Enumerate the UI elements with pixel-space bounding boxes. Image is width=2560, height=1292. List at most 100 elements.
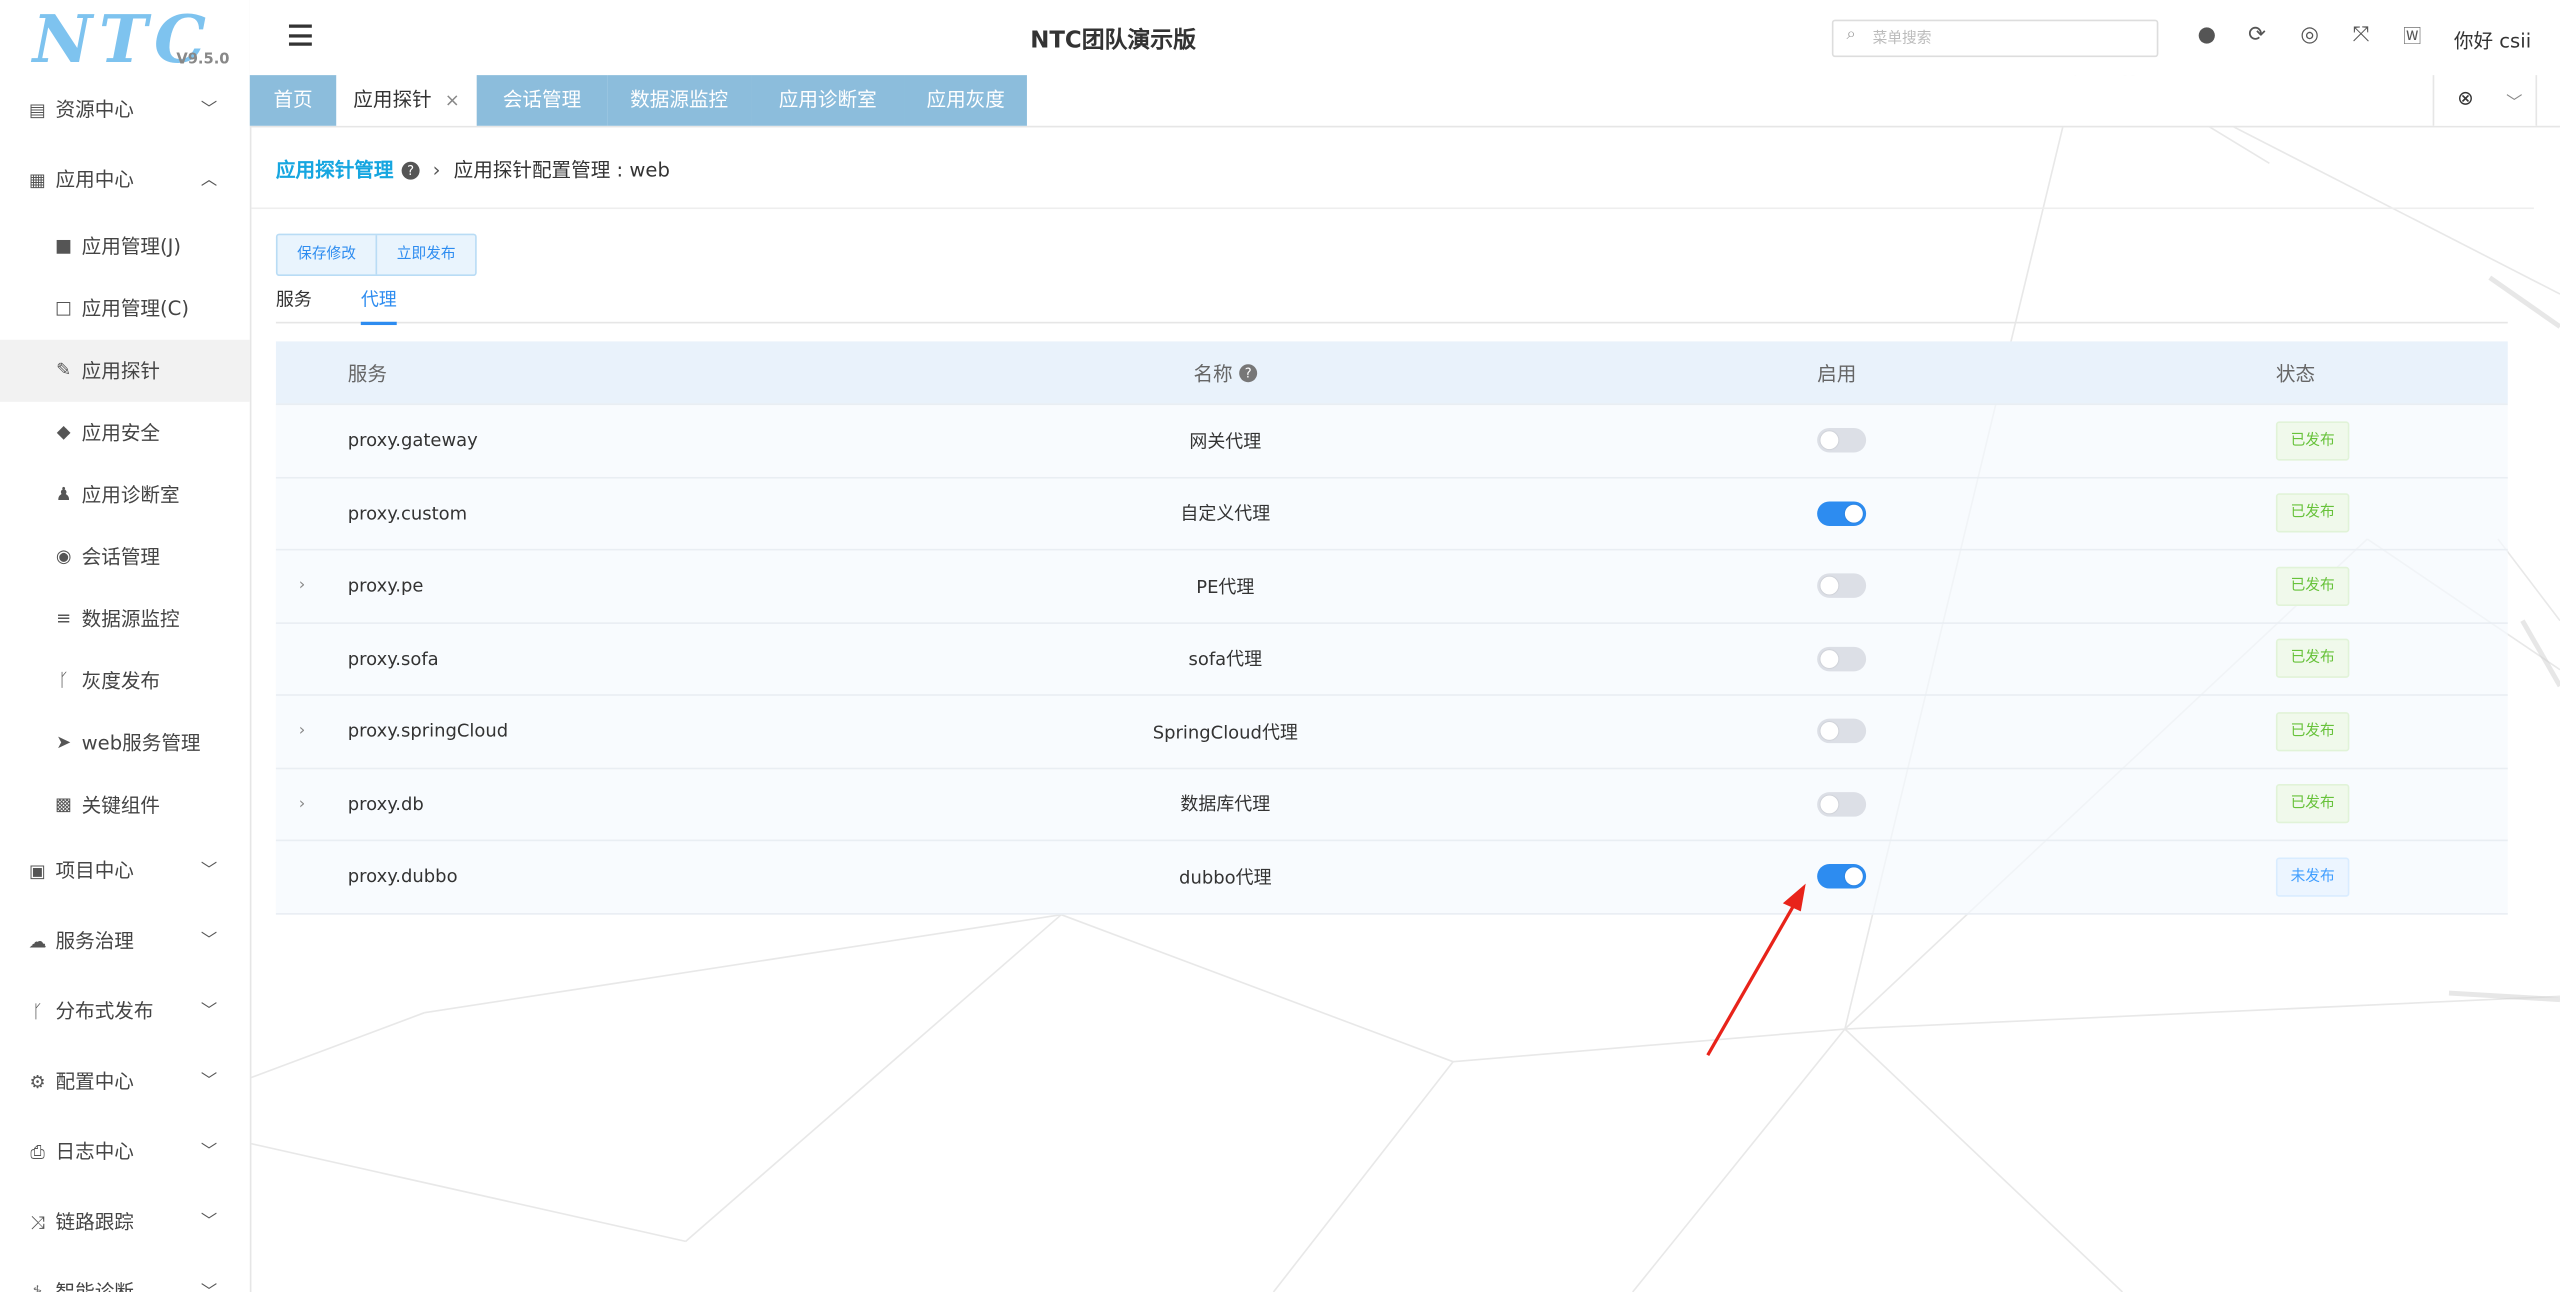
sidebar-item-key-components[interactable]: ▩ 关键组件 [0, 774, 250, 836]
tab-home[interactable]: 首页 [249, 75, 337, 126]
tab-service[interactable]: 服务 [276, 286, 312, 312]
tab-controls: ⊗ ﹀ [2432, 75, 2538, 126]
sidebar-item-label: 服务治理 [55, 929, 134, 953]
tab-proxy[interactable]: 代理 [360, 286, 397, 326]
sidebar-item-app-diagnosis[interactable]: ♟ 应用诊断室 [0, 464, 250, 526]
sidebar-item-resource-center[interactable]: ▤ 资源中心 ﹀ [0, 75, 250, 145]
sidebar-item-app-center[interactable]: ▦ 应用中心 ︿ [0, 145, 250, 215]
table-header: 服务 名称? 启用 状态 [275, 341, 2508, 404]
enable-toggle[interactable] [1817, 428, 1867, 453]
chevron-down-icon[interactable]: ﹀ [2506, 88, 2522, 113]
close-all-icon[interactable]: ⊗ [2457, 87, 2473, 110]
toggle-knob [1820, 576, 1839, 595]
help-icon[interactable]: ? [1239, 363, 1258, 382]
folder-filled-icon: ■ [55, 235, 73, 257]
chevron-down-icon: ﹀ [200, 862, 218, 881]
chevron-right-icon: › [432, 158, 441, 182]
record-icon[interactable]: ◎ [2300, 23, 2319, 48]
chevron-down-icon: ﹀ [200, 1213, 218, 1232]
main-content: 应用探针管理? › 应用探针配置管理 : web 保存修改 立即发布 服务 代理 服… [249, 127, 2534, 1292]
print-icon: ⎙ [30, 1141, 45, 1163]
tab-app-gray[interactable]: 应用灰度 [904, 75, 1027, 126]
header-enabled: 启用 [1817, 361, 1857, 385]
sidebar-item-app-security[interactable]: ◆ 应用安全 [0, 402, 250, 464]
sidebar-item-label: 应用中心 [55, 168, 134, 192]
project-icon: ▣ [29, 860, 47, 883]
sidebar-item-smart-diagnosis[interactable]: ⚕ 智能诊断 ﹀ [0, 1258, 250, 1292]
chevron-down-icon: ﹀ [200, 1143, 218, 1162]
sidebar-item-gray-release[interactable]: ᚴ 灰度发布 [0, 650, 250, 712]
enable-toggle[interactable] [1817, 864, 1867, 889]
help-icon[interactable]: ? [401, 161, 420, 180]
sidebar-item-project-center[interactable]: ▣ 项目中心 ﹀ [0, 836, 250, 906]
sidebar-item-session-manage[interactable]: ◉ 会话管理 [0, 526, 250, 588]
proxy-table: 服务 名称? 启用 状态 proxy.gateway 网关代理 已发布 proxy.c… [275, 341, 2508, 914]
search-input[interactable] [1869, 24, 2154, 54]
table-row: › proxy.pe PE代理 已发布 [275, 548, 2508, 622]
menu-toggle-icon[interactable] [288, 24, 312, 46]
status-badge: 已发布 [2275, 711, 2350, 751]
tab-label: 应用探针 [353, 88, 432, 112]
sidebar-item-label: 项目中心 [55, 859, 134, 883]
name-cell: dubbo代理 [1179, 866, 1272, 889]
status-badge: 已发布 [2275, 421, 2350, 461]
chevron-down-icon: ﹀ [200, 1073, 218, 1092]
shield-icon: ◆ [56, 421, 71, 443]
sidebar-item-trace[interactable]: ⤨ 链路跟踪 ﹀ [0, 1187, 250, 1257]
enable-toggle[interactable] [1817, 573, 1867, 599]
user-md-icon: ♟ [55, 483, 72, 505]
enable-toggle[interactable] [1817, 501, 1867, 526]
toggle-knob [1820, 722, 1839, 741]
enabled-cell [1817, 696, 1867, 767]
database-icon: ≡ [56, 607, 72, 629]
word-doc-icon[interactable]: 🅆 [2403, 23, 2421, 49]
sidebar-item-app-manage-j[interactable]: ■ 应用管理(J) [0, 216, 250, 278]
enable-toggle[interactable] [1817, 646, 1867, 671]
sidebar-item-log-center[interactable]: ⎙ 日志中心 ﹀ [0, 1117, 250, 1187]
table-row: proxy.dubbo dubbo代理 未发布 [275, 839, 2508, 914]
tab-datasource-monitor[interactable]: 数据源监控 [607, 75, 752, 126]
chevron-up-icon: ︿ [200, 171, 218, 190]
close-icon[interactable]: × [445, 90, 460, 111]
tab-app-diagnosis[interactable]: 应用诊断室 [751, 75, 905, 126]
status-cell: 已发布 [2275, 405, 2350, 476]
tab-app-probe[interactable]: 应用探针 × [336, 75, 479, 126]
sidebar-item-app-probe[interactable]: ✎ 应用探针 [0, 339, 250, 402]
sidebar-item-datasource-monitor[interactable]: ≡ 数据源监控 [0, 588, 250, 650]
sidebar-item-distributed-release[interactable]: ᚴ 分布式发布 ﹀ [0, 977, 250, 1047]
status-badge: 已发布 [2275, 566, 2350, 606]
header-status: 状态 [2275, 361, 2316, 385]
publish-button[interactable]: 立即发布 [375, 235, 476, 275]
name-cell: SpringCloud代理 [1152, 721, 1298, 743]
action-buttons: 保存修改 立即发布 [275, 233, 477, 277]
tab-label: 应用灰度 [926, 88, 1005, 112]
sidebar-item-label: 应用管理(C) [81, 297, 189, 321]
menu-search[interactable]: ⌕ [1831, 19, 2159, 58]
table-row: › proxy.db 数据库代理 已发布 [275, 766, 2508, 840]
location-pin-icon[interactable]: ● [2198, 23, 2217, 48]
table-row: proxy.gateway 网关代理 已发布 [275, 403, 2508, 477]
sidebar-item-service-governance[interactable]: ☁ 服务治理 ﹀ [0, 907, 250, 977]
sidebar-item-web-service-manage[interactable]: ➤ web服务管理 [0, 712, 250, 774]
chevron-down-icon: ﹀ [200, 1002, 218, 1021]
breadcrumb-root[interactable]: 应用探针管理 [276, 158, 394, 181]
sidebar-item-label: 会话管理 [81, 545, 161, 569]
fullscreen-icon[interactable]: ⤧ [2353, 23, 2370, 48]
enabled-cell [1817, 405, 1867, 476]
table-row: › proxy.springCloud SpringCloud代理 已发布 [275, 694, 2508, 767]
sidebar-item-config-center[interactable]: ⚙ 配置中心 ﹀ [0, 1047, 250, 1117]
tab-label: 首页 [273, 88, 313, 112]
save-button[interactable]: 保存修改 [278, 235, 376, 274]
branch-icon: ᚴ [58, 669, 70, 691]
name-cell: 自定义代理 [1180, 503, 1271, 525]
chevron-down-icon: ﹀ [200, 101, 218, 120]
user-greeting[interactable]: 你好 csii [2454, 26, 2531, 54]
branch-icon: ᚴ [32, 1001, 43, 1023]
enable-toggle[interactable] [1817, 719, 1867, 744]
enable-toggle[interactable] [1817, 791, 1867, 817]
status-cell: 未发布 [2275, 841, 2350, 912]
sidebar-item-label: 分布式发布 [55, 999, 154, 1023]
refresh-icon[interactable]: ⟳ [2248, 23, 2266, 48]
tab-session-manage[interactable]: 会话管理 [476, 75, 608, 126]
sidebar-item-app-manage-c[interactable]: □ 应用管理(C) [0, 278, 250, 340]
